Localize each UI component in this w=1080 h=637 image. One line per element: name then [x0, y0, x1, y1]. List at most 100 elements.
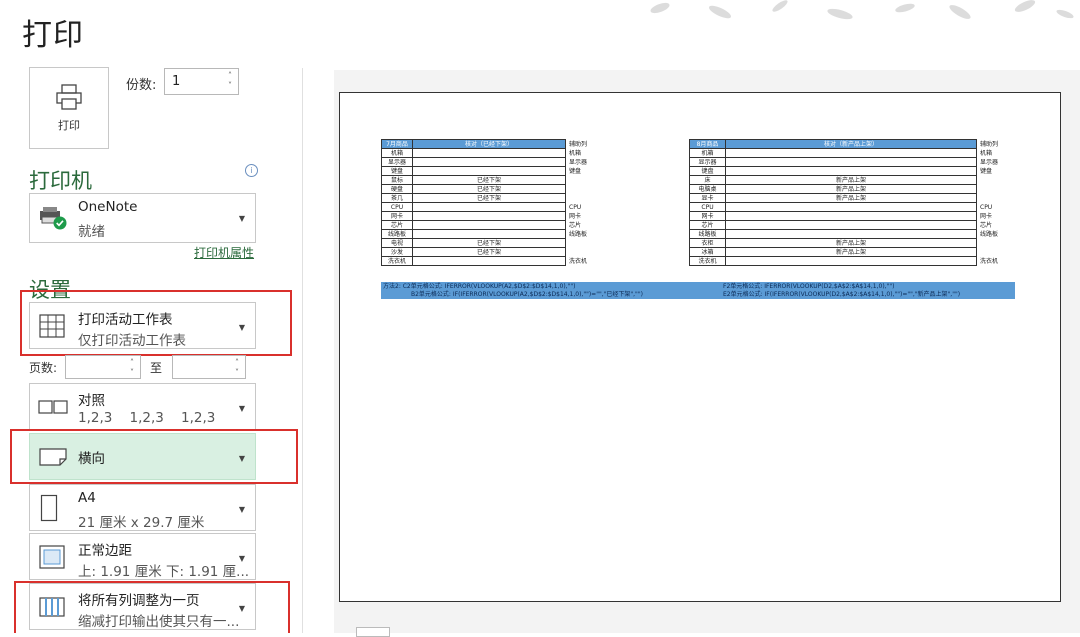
collate-dropdown[interactable]: 对照 1,2,3 1,2,3 1,2,3 ▼ — [29, 383, 256, 430]
sheet-cell — [412, 256, 566, 266]
sheet-cell — [566, 176, 612, 185]
spinner-arrows-icon[interactable]: ˄ ˅ — [228, 71, 232, 91]
sheet-cell: 机箱 — [569, 149, 582, 157]
copies-input[interactable]: 1 ˄ ˅ — [164, 68, 239, 95]
margins-dropdown[interactable]: 正常边距 上: 1.91 厘米 下: 1.91 厘... ▼ — [29, 533, 256, 580]
chevron-down-icon: ▼ — [238, 404, 245, 413]
sheet-row: 冰箱 新产品上架 — [689, 247, 1023, 257]
sheet-cell: 洗衣机 — [689, 256, 726, 266]
paper-size-title: A4 — [78, 490, 96, 506]
portrait-page-icon — [40, 494, 58, 526]
sheet-cell — [977, 194, 1023, 203]
sheet-cell: 芯片 — [980, 221, 993, 229]
sheet-cell: 线路板 — [381, 229, 413, 239]
sheet-cell: 已经下架 — [412, 193, 566, 203]
right-sheet-table: 8月商品 核对（新产品上架） 辅助列 机箱 机箱 显示器 显示器 键盘 键盘床新产品上架 电脑桌新… — [689, 139, 1023, 266]
margins-icon — [38, 544, 66, 574]
sheet-cell — [977, 185, 1023, 194]
left-formula-1: 方法2: C2单元格公式: IFERROR(VLOOKUP(A2,$D$2:$D… — [383, 283, 576, 290]
sheet-row: CPU CPU — [689, 202, 1023, 212]
sheet-cell: 键盘 — [980, 167, 993, 175]
sheet-cell — [412, 166, 566, 176]
paper-size-dropdown[interactable]: A4 21 厘米 x 29.7 厘米 ▼ — [29, 484, 256, 531]
sheet-cell: 线路板 — [980, 230, 999, 238]
sheet-cell — [725, 148, 977, 158]
sheet-cell — [566, 239, 612, 248]
pages-to-label: 至 — [150, 361, 163, 375]
sheet-cell — [725, 166, 977, 176]
highlight-box-orientation — [10, 429, 298, 484]
sheet-row: 洗衣机 洗衣机 — [381, 256, 612, 266]
printer-properties-link[interactable]: 打印机属性 — [194, 244, 254, 261]
sheet-cell — [725, 229, 977, 239]
paper-size-subtitle: 21 厘米 x 29.7 厘米 — [78, 515, 205, 531]
sheet-row: 芯片 芯片 — [689, 220, 1023, 230]
sheet-header-row: 7月商品 核对（已经下架） 辅助列 — [381, 139, 612, 149]
copies-label: 份数: — [126, 78, 157, 93]
right-formula-1: F2单元格公式: IFERROR(VLOOKUP(D2,$A$2:$A$14,1… — [723, 283, 895, 290]
sheet-row: 机箱 机箱 — [381, 148, 612, 158]
sheet-cell — [566, 194, 612, 203]
sheet-cell: 网卡 — [381, 211, 413, 221]
pages-to-input[interactable]: ˄ ˅ — [172, 355, 246, 379]
info-icon[interactable]: i — [245, 164, 258, 177]
sheet-cell — [412, 157, 566, 167]
sheet-row: 电脑桌 新产品上架 — [689, 184, 1023, 194]
sheet-cell: 新产品上架 — [725, 175, 977, 185]
panel-divider — [302, 68, 303, 633]
sheet-aux-header: 辅助列 — [569, 140, 588, 148]
sheet-cell: 电脑桌 — [689, 184, 726, 194]
sheet-cell: 网卡 — [689, 211, 726, 221]
sheet-row: CPU CPU — [381, 202, 612, 212]
print-button[interactable]: 打印 — [29, 67, 109, 149]
spinner-arrows-icon[interactable]: ˄ ˅ — [130, 358, 134, 378]
sheet-header-cell: 核对（新产品上架） — [725, 139, 977, 149]
sheet-cell: 显示器 — [980, 158, 999, 166]
sheet-cell: 已经下架 — [412, 184, 566, 194]
sheet-cell — [977, 239, 1023, 248]
chevron-down-icon: ▼ — [238, 505, 245, 514]
left-formula-2: B2单元格公式: IF(IFERROR(VLOOKUP(A2,$D$2:$D$1… — [411, 290, 643, 298]
sheet-row: 鼠标 已经下架 — [381, 175, 612, 185]
preview-scrollbar[interactable] — [356, 627, 390, 637]
sheet-cell — [412, 229, 566, 239]
decorative-leaves — [650, 0, 1074, 20]
sheet-cell: 线路板 — [689, 229, 726, 239]
sheet-row: 机箱 机箱 — [689, 148, 1023, 158]
collate-icon — [38, 399, 68, 419]
sheet-header-row: 8月商品 核对（新产品上架） 辅助列 — [689, 139, 1023, 149]
sheet-cell: 冰箱 — [689, 247, 726, 257]
spinner-arrows-icon[interactable]: ˄ ˅ — [235, 358, 239, 378]
sheet-cell — [412, 220, 566, 230]
sheet-cell: 床 — [689, 175, 726, 185]
sheet-cell: 已经下架 — [412, 247, 566, 257]
sheet-aux-header: 辅助列 — [980, 140, 999, 148]
right-formula-2: E2单元格公式: IF(IFERROR(VLOOKUP(D2,$A$2:$A$1… — [723, 290, 961, 298]
sheet-row: 网卡 网卡 — [689, 211, 1023, 221]
chevron-down-icon: ▼ — [238, 214, 245, 223]
sheet-cell: 新产品上架 — [725, 238, 977, 248]
printer-dropdown[interactable]: OneNote 就绪 ▼ — [29, 193, 256, 243]
margins-subtitle: 上: 1.91 厘米 下: 1.91 厘... — [78, 564, 250, 580]
printer-ready-icon — [38, 205, 68, 235]
highlight-box-scaling — [14, 581, 290, 633]
sheet-cell — [725, 256, 977, 266]
sheet-row: 电视 已经下架 — [381, 238, 612, 248]
pages-from-input[interactable]: ˄ ˅ — [65, 355, 141, 379]
sheet-row: 网卡 网卡 — [381, 211, 612, 221]
sheet-row: 显示器 显示器 — [689, 157, 1023, 167]
margins-title: 正常边距 — [78, 543, 132, 559]
sheet-cell: 衣柜 — [689, 238, 726, 248]
sheet-row: 线路板 线路板 — [381, 229, 612, 239]
sheet-cell: CPU — [689, 202, 726, 212]
sheet-cell: 电视 — [381, 238, 413, 248]
printer-name: OneNote — [78, 199, 138, 215]
sheet-row: 衣柜 新产品上架 — [689, 238, 1023, 248]
sheet-cell: 新产品上架 — [725, 184, 977, 194]
sheet-cell: 芯片 — [569, 221, 582, 229]
sheet-cell — [566, 248, 612, 257]
chevron-down-icon: ▼ — [238, 554, 245, 563]
printer-heading: 打印机 — [29, 169, 92, 193]
sheet-cell: 沙发 — [381, 247, 413, 257]
sheet-cell: 新产品上架 — [725, 247, 977, 257]
